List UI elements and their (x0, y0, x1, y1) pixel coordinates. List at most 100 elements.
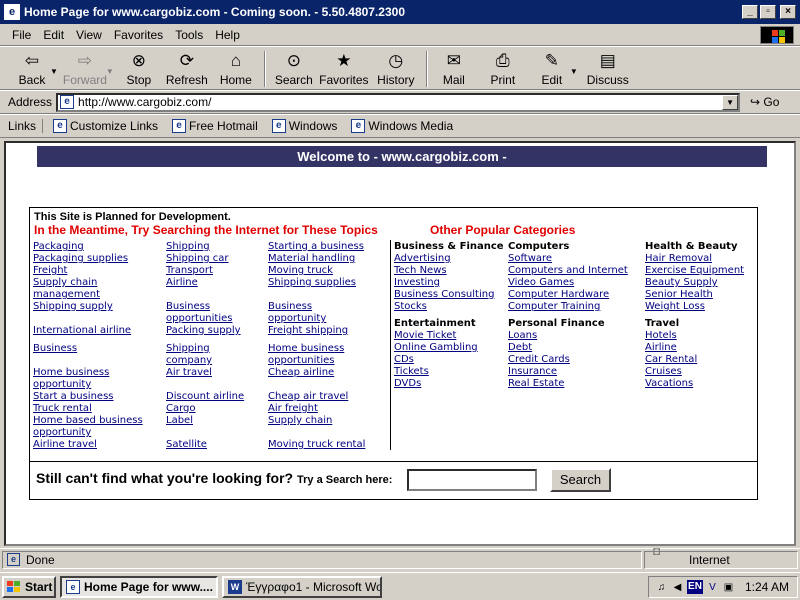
topic-link[interactable]: Packaging (33, 241, 84, 253)
topic-link[interactable]: Cheap airline (268, 367, 334, 379)
category-link[interactable]: Car Rental (645, 354, 697, 366)
topic-link[interactable]: Business (33, 343, 77, 355)
topic-link[interactable]: Transport (166, 265, 213, 277)
topic-link[interactable]: Truck rental (33, 403, 92, 415)
refresh-button[interactable]: ⟳ Refresh (160, 47, 214, 89)
category-link[interactable]: Credit Cards (508, 354, 570, 366)
topic-link[interactable]: Satellite (166, 439, 207, 451)
category-link[interactable]: Vacations (645, 378, 693, 390)
topic-link[interactable]: Label (166, 415, 193, 427)
category-link[interactable]: Computer Hardware (508, 289, 609, 301)
topic-link[interactable]: Home business (268, 343, 344, 355)
topic-link[interactable]: Shipping supply (33, 301, 113, 313)
topic-link[interactable]: Air freight (268, 403, 318, 415)
category-link[interactable]: Tech News (394, 265, 447, 277)
topic-link[interactable]: Packing supply (166, 325, 241, 337)
clock[interactable]: 1:24 AM (745, 580, 789, 594)
back-dropdown-icon[interactable]: ▼ (50, 67, 58, 76)
menu-help[interactable]: Help (209, 26, 246, 44)
search-button[interactable]: ⊙ Search (272, 47, 316, 89)
topic-link[interactable]: Business (166, 301, 210, 313)
menu-edit[interactable]: Edit (37, 26, 70, 44)
category-link[interactable]: Movie Ticket (394, 330, 456, 342)
category-link[interactable]: Real Estate (508, 378, 564, 390)
menu-file[interactable]: File (6, 26, 37, 44)
link-customize-links[interactable]: e Customize Links (53, 119, 158, 133)
edit-button[interactable]: ✎ Edit (532, 47, 572, 89)
topic-link[interactable]: Air travel (166, 367, 212, 379)
security-zone-panel[interactable]: ◘ Internet (644, 544, 798, 569)
category-link[interactable]: Advertising (394, 253, 451, 265)
category-link[interactable]: Online Gambling (394, 342, 478, 354)
topic-link[interactable]: Shipping (166, 241, 210, 253)
topic-link[interactable]: Cheap air travel (268, 391, 348, 403)
menu-tools[interactable]: Tools (169, 26, 209, 44)
web-search-input[interactable] (407, 469, 537, 491)
topic-link[interactable]: Packaging supplies (33, 253, 128, 265)
mail-button[interactable]: ✉ Mail (434, 47, 474, 89)
topic-link[interactable]: Moving truck rental (268, 439, 365, 451)
topic-link[interactable]: Cargo (166, 403, 196, 415)
category-link[interactable]: Stocks (394, 301, 427, 313)
topic-link[interactable]: Freight shipping (268, 325, 348, 337)
topic-link[interactable]: Airline (166, 277, 198, 289)
menu-favorites[interactable]: Favorites (108, 26, 169, 44)
topic-link[interactable]: Home based business (33, 415, 143, 427)
category-link[interactable]: Beauty Supply (645, 277, 718, 289)
topic-link[interactable]: company (166, 355, 212, 367)
category-link[interactable]: Tickets (394, 366, 429, 378)
topic-link[interactable]: Start a business (33, 391, 114, 403)
discuss-button[interactable]: ▤ Discuss (582, 47, 634, 89)
favorites-button[interactable]: ★ Favorites (316, 47, 372, 89)
history-button[interactable]: ◷ History (372, 47, 420, 89)
topic-link[interactable]: Home business (33, 367, 109, 379)
topic-link[interactable]: Shipping supplies (268, 277, 356, 289)
category-link[interactable]: Loans (508, 330, 537, 342)
category-link[interactable]: Exercise Equipment (645, 265, 744, 277)
volume-icon[interactable]: ◀ (671, 581, 684, 594)
topic-link[interactable]: Business (268, 301, 312, 313)
topic-link[interactable]: opportunities (166, 313, 232, 325)
category-link[interactable]: Software (508, 253, 552, 265)
topic-link[interactable]: Starting a business (268, 241, 364, 253)
topic-link[interactable]: opportunity (33, 379, 91, 391)
link-windows-media[interactable]: e Windows Media (351, 119, 453, 133)
print-button[interactable]: ⎙ Print (474, 47, 532, 89)
task-ie-window[interactable]: e Home Page for www.... (60, 575, 218, 598)
forward-dropdown-icon[interactable]: ▼ (106, 67, 114, 76)
topic-link[interactable]: Shipping car (166, 253, 229, 265)
category-link[interactable]: Cruises (645, 366, 682, 378)
topic-link[interactable]: Discount airline (166, 391, 244, 403)
start-button[interactable]: Start (2, 575, 56, 598)
window-titlebar[interactable]: e Home Page for www.cargobiz.com - Comin… (0, 0, 800, 24)
go-button[interactable]: ↪ Go (750, 95, 779, 109)
category-link[interactable]: DVDs (394, 378, 421, 390)
home-button[interactable]: ⌂ Home (214, 47, 258, 89)
topic-link[interactable]: Shipping (166, 343, 210, 355)
category-link[interactable]: Business Consulting (394, 289, 494, 301)
category-link[interactable]: Computer Training (508, 301, 600, 313)
topic-link[interactable]: opportunity (33, 427, 91, 439)
topic-link[interactable]: Supply chain (268, 415, 332, 427)
forward-button[interactable]: ⇨ Forward (62, 47, 108, 89)
category-link[interactable]: Weight Loss (645, 301, 705, 313)
link-windows[interactable]: e Windows (271, 119, 337, 133)
topic-link[interactable]: opportunities (268, 355, 334, 367)
topic-link[interactable]: Moving truck (268, 265, 333, 277)
category-link[interactable]: Insurance (508, 366, 557, 378)
shield-icon[interactable]: V (706, 581, 719, 594)
menu-view[interactable]: View (70, 26, 108, 44)
category-link[interactable]: Hair Removal (645, 253, 712, 265)
category-link[interactable]: Hotels (645, 330, 677, 342)
address-input[interactable]: e http://www.cargobiz.com/ ▼ (56, 92, 741, 112)
link-free-hotmail[interactable]: e Free Hotmail (172, 119, 258, 133)
tray-app-icon[interactable]: ♫ (655, 581, 668, 594)
category-link[interactable]: Senior Health (645, 289, 713, 301)
topic-link[interactable]: Airline travel (33, 439, 97, 451)
web-search-button[interactable]: Search (550, 468, 611, 492)
back-button[interactable]: ⇦ Back (12, 47, 52, 89)
network-icon[interactable]: ▣ (722, 581, 735, 594)
topic-link[interactable]: Freight (33, 265, 67, 277)
minimize-button[interactable]: _ (742, 5, 758, 19)
task-word-window[interactable]: W Έγγραφο1 - Microsoft Word (222, 575, 382, 598)
